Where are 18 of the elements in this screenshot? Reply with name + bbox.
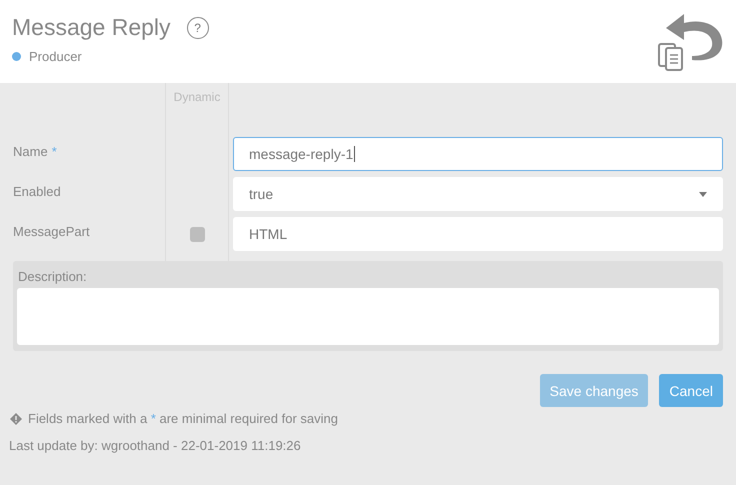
last-update-text: Last update by: wgroothand - 22-01-2019 11:19:26 (9, 438, 302, 453)
role-label: Producer (29, 49, 82, 64)
field-label: Enabled (13, 184, 61, 198)
required-note: Fields marked with a * are minimal required for saving (28, 411, 338, 426)
page-title: Message Reply (12, 14, 171, 41)
description-field[interactable] (17, 288, 719, 345)
required-mark: * (52, 144, 57, 158)
field-label: Description: (18, 269, 88, 284)
input-field[interactable]: HTML (233, 217, 723, 251)
warning-diamond-icon (10, 412, 22, 424)
action-button[interactable]: Cancel (659, 374, 723, 407)
field-label: Name (13, 144, 48, 158)
select-field[interactable]: true (233, 177, 723, 211)
caret-icon (699, 192, 707, 196)
dynamic-checkbox[interactable] (190, 226, 204, 242)
field-label: MessagePart (13, 224, 90, 238)
input-field[interactable]: message-reply-1 (233, 137, 723, 171)
help-button[interactable]: ? (186, 16, 209, 38)
